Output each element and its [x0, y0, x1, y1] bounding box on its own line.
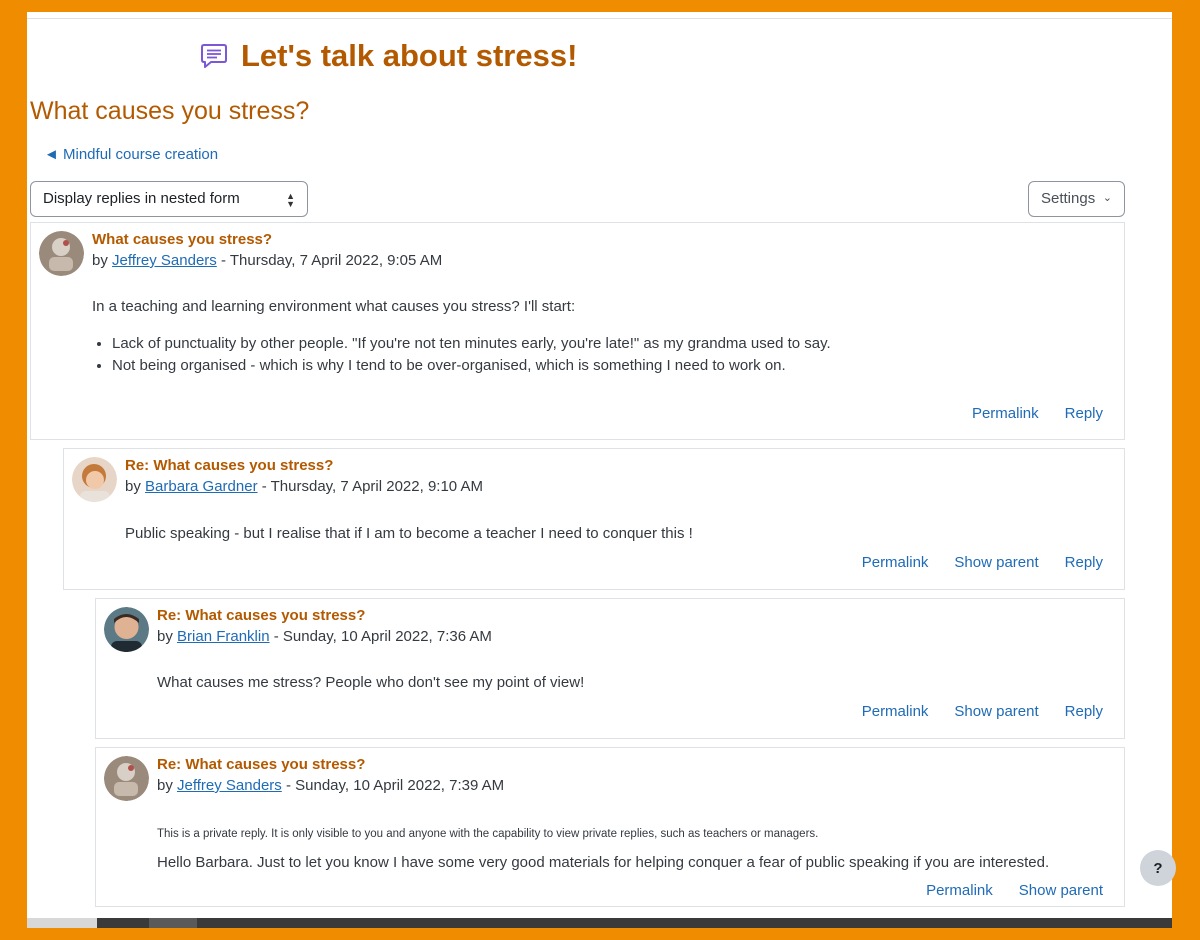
author-link[interactable]: Jeffrey Sanders	[112, 252, 217, 269]
post-date: - Thursday, 7 April 2022, 9:10 AM	[261, 478, 483, 495]
reply-link[interactable]: Reply	[1065, 703, 1103, 720]
reply-link[interactable]: Reply	[1065, 405, 1103, 422]
forum-post: Re: What causes you stress? by Brian Fra…	[95, 598, 1125, 739]
discussion-title: What causes you stress?	[30, 97, 310, 125]
post-subject: Re: What causes you stress?	[157, 756, 366, 773]
post-byline: by Jeffrey Sanders - Thursday, 7 April 2…	[92, 252, 443, 269]
post-subject: What causes you stress?	[92, 231, 273, 248]
post-byline: by Barbara Gardner - Thursday, 7 April 2…	[125, 478, 483, 495]
show-parent-link[interactable]: Show parent	[1019, 882, 1103, 899]
show-parent-link[interactable]: Show parent	[954, 703, 1038, 720]
activity-title: Let's talk about stress!	[241, 38, 578, 73]
forum-post: What causes you stress? by Jeffrey Sande…	[30, 222, 1125, 440]
post-actions: Permalink Show parent Reply	[862, 703, 1103, 720]
taskbar-item[interactable]	[27, 918, 97, 928]
post-date: - Sunday, 10 April 2022, 7:39 AM	[285, 777, 505, 794]
taskbar	[27, 918, 1172, 928]
post-actions: Permalink Reply	[972, 405, 1103, 422]
avatar[interactable]	[39, 231, 84, 276]
author-link[interactable]: Jeffrey Sanders	[177, 777, 282, 794]
display-mode-select[interactable]: Display replies in nested form ▲ ▼	[30, 181, 308, 217]
post-byline: by Jeffrey Sanders - Sunday, 10 April 20…	[157, 777, 505, 794]
post-content: Public speaking - but I realise that if …	[125, 525, 693, 542]
taskbar-item[interactable]	[149, 918, 197, 928]
forum-page: Let's talk about stress! What causes you…	[27, 12, 1172, 918]
post-subject: Re: What causes you stress?	[157, 607, 366, 624]
permalink-link[interactable]: Permalink	[972, 405, 1039, 422]
post-content: What causes me stress? People who don't …	[157, 674, 585, 691]
private-reply-notice: This is a private reply. It is only visi…	[157, 828, 819, 840]
reply-link[interactable]: Reply	[1065, 554, 1103, 571]
chevron-down-icon: ⌄	[1102, 192, 1112, 204]
post-date: - Thursday, 7 April 2022, 9:05 AM	[220, 252, 443, 269]
top-divider	[27, 18, 1172, 19]
post-actions: Permalink Show parent Reply	[862, 554, 1103, 571]
forum-post: Re: What causes you stress? by Jeffrey S…	[95, 747, 1125, 907]
post-byline: by Brian Franklin - Sunday, 10 April 202…	[157, 628, 492, 645]
list-item: Not being organised - which is why I ten…	[112, 358, 831, 374]
post-intro: In a teaching and learning environment w…	[92, 298, 576, 315]
post-content: In a teaching and learning environment w…	[92, 298, 831, 380]
permalink-link[interactable]: Permalink	[926, 882, 993, 899]
list-item: Lack of punctuality by other people. "If…	[112, 336, 831, 352]
settings-label: Settings	[1041, 190, 1096, 207]
activity-header: Let's talk about stress!	[199, 38, 577, 74]
avatar[interactable]	[72, 457, 117, 502]
avatar[interactable]	[104, 607, 149, 652]
avatar[interactable]	[104, 756, 149, 801]
post-subject: Re: What causes you stress?	[125, 457, 334, 474]
forum-post: Re: What causes you stress? by Barbara G…	[63, 448, 1125, 590]
post-actions: Permalink Show parent	[926, 882, 1103, 899]
post-content: Hello Barbara. Just to let you know I ha…	[157, 854, 1050, 871]
back-to-course-link[interactable]: ◄ Mindful course creation	[44, 146, 218, 163]
help-button[interactable]: ?	[1140, 850, 1176, 886]
display-mode-value: Display replies in nested form	[43, 190, 240, 207]
select-arrows-icon: ▲ ▼	[286, 191, 295, 209]
show-parent-link[interactable]: Show parent	[954, 554, 1038, 571]
post-date: - Sunday, 10 April 2022, 7:36 AM	[273, 628, 492, 645]
forum-speech-bubble-icon	[201, 44, 227, 68]
post-bullet-list: Lack of punctuality by other people. "If…	[92, 336, 831, 374]
author-link[interactable]: Brian Franklin	[177, 628, 270, 645]
author-link[interactable]: Barbara Gardner	[145, 478, 258, 495]
permalink-link[interactable]: Permalink	[862, 554, 929, 571]
settings-button[interactable]: Settings ⌄	[1028, 181, 1125, 217]
help-question-icon: ?	[1153, 859, 1163, 877]
permalink-link[interactable]: Permalink	[862, 703, 929, 720]
